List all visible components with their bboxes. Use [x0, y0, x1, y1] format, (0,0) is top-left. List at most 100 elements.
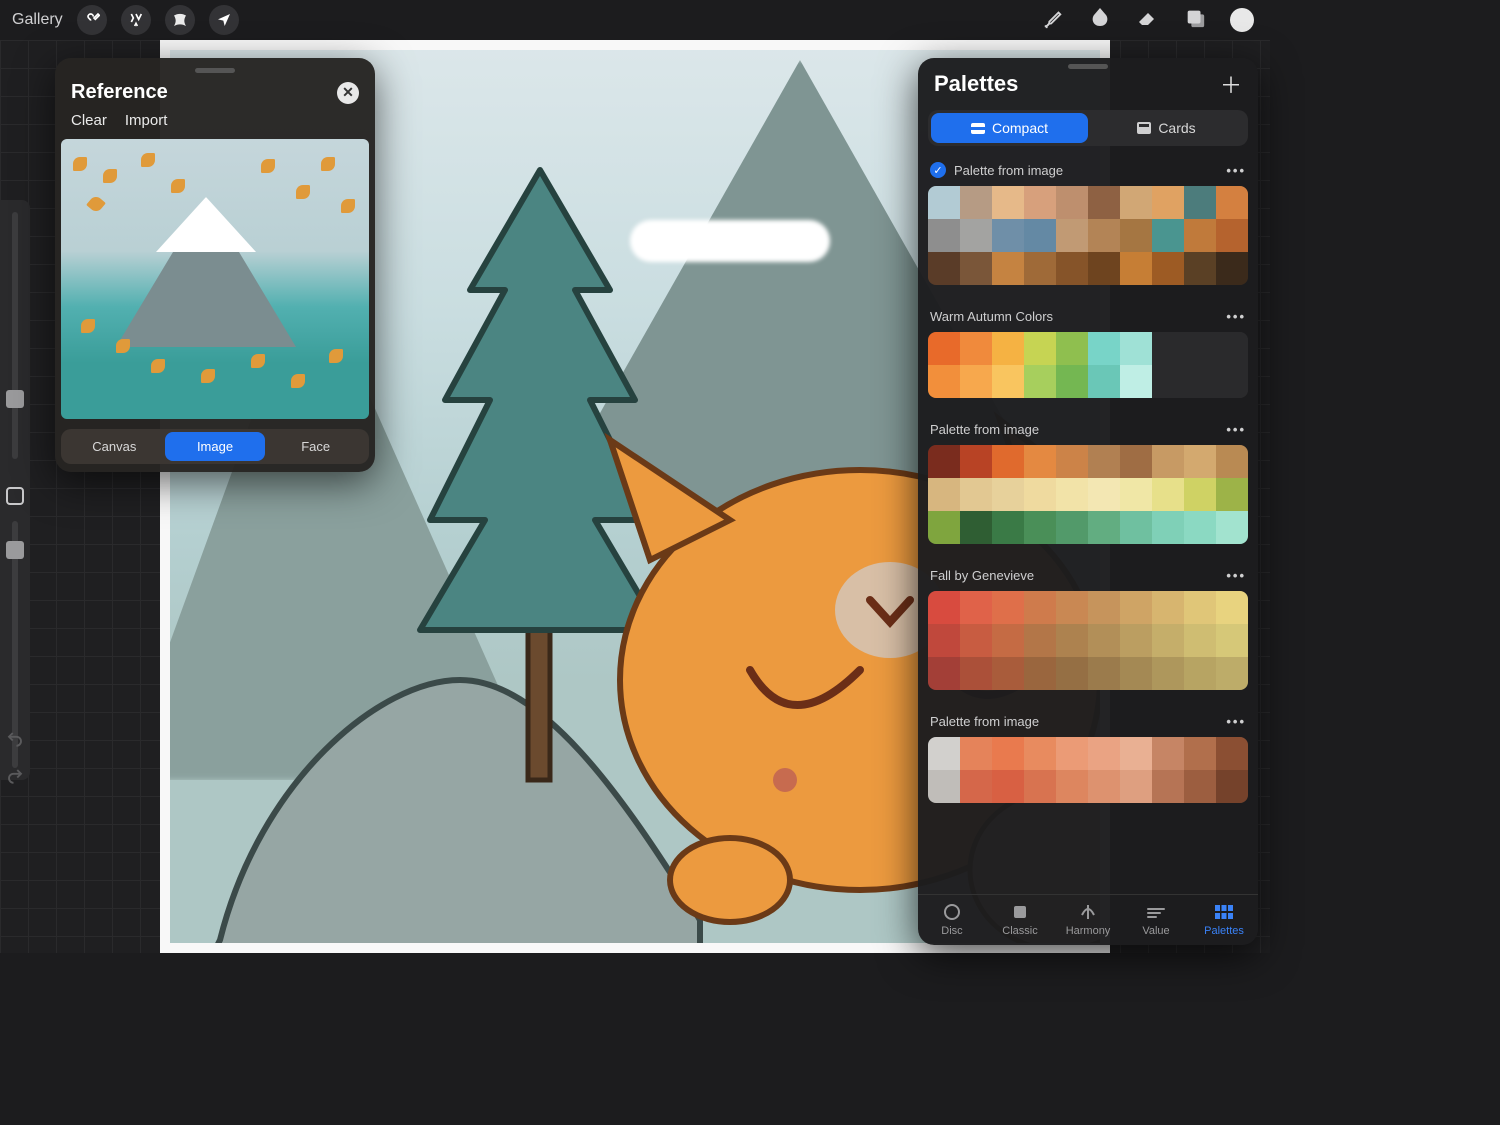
color-swatch[interactable] [1120, 219, 1152, 252]
color-swatch[interactable] [1056, 445, 1088, 478]
color-swatch[interactable] [1152, 365, 1184, 398]
palette-menu-icon[interactable]: ••• [1226, 568, 1246, 583]
color-swatch[interactable] [1152, 332, 1184, 365]
color-icon[interactable] [1230, 8, 1254, 32]
color-swatch[interactable] [1024, 657, 1056, 690]
color-swatch[interactable] [1056, 332, 1088, 365]
color-swatch[interactable] [960, 737, 992, 770]
color-swatch[interactable] [1088, 186, 1120, 219]
color-swatch[interactable] [1024, 365, 1056, 398]
tab-disc[interactable]: Disc [918, 895, 986, 945]
undo-icon[interactable] [6, 730, 24, 753]
color-swatch[interactable] [992, 445, 1024, 478]
color-swatch[interactable] [992, 252, 1024, 285]
tab-harmony[interactable]: Harmony [1054, 895, 1122, 945]
color-swatch[interactable] [1184, 478, 1216, 511]
color-swatch[interactable] [1088, 624, 1120, 657]
color-swatch[interactable] [992, 365, 1024, 398]
adjustments-icon[interactable] [121, 5, 151, 35]
color-swatch[interactable] [1120, 252, 1152, 285]
selection-icon[interactable] [165, 5, 195, 35]
color-swatch[interactable] [928, 186, 960, 219]
color-swatch[interactable] [1152, 445, 1184, 478]
color-swatch[interactable] [1152, 511, 1184, 544]
color-swatch[interactable] [928, 591, 960, 624]
color-swatch[interactable] [928, 478, 960, 511]
tab-classic[interactable]: Classic [986, 895, 1054, 945]
color-swatch[interactable] [1024, 445, 1056, 478]
color-swatch[interactable] [1152, 478, 1184, 511]
color-swatch[interactable] [1120, 186, 1152, 219]
color-swatch[interactable] [928, 252, 960, 285]
color-swatch[interactable] [1056, 737, 1088, 770]
color-swatch[interactable] [928, 737, 960, 770]
color-swatch[interactable] [992, 770, 1024, 803]
color-swatch[interactable] [1088, 770, 1120, 803]
color-swatch[interactable] [1056, 365, 1088, 398]
transform-icon[interactable] [209, 5, 239, 35]
color-swatch[interactable] [1184, 219, 1216, 252]
color-swatch[interactable] [1024, 478, 1056, 511]
color-swatch[interactable] [928, 657, 960, 690]
color-swatch[interactable] [1184, 445, 1216, 478]
modify-button[interactable] [6, 487, 24, 505]
color-swatch[interactable] [1120, 737, 1152, 770]
color-swatch[interactable] [1152, 737, 1184, 770]
color-swatch[interactable] [1184, 186, 1216, 219]
color-swatch[interactable] [928, 445, 960, 478]
color-swatch[interactable] [960, 445, 992, 478]
color-swatch[interactable] [1216, 737, 1248, 770]
color-swatch[interactable] [992, 511, 1024, 544]
color-swatch[interactable] [960, 657, 992, 690]
color-swatch[interactable] [1120, 478, 1152, 511]
color-swatch[interactable] [1088, 252, 1120, 285]
color-swatch[interactable] [992, 478, 1024, 511]
color-swatch[interactable] [1216, 770, 1248, 803]
eraser-icon[interactable] [1136, 6, 1160, 35]
color-swatch[interactable] [960, 252, 992, 285]
color-swatch[interactable] [960, 186, 992, 219]
color-swatch[interactable] [1088, 737, 1120, 770]
color-swatch[interactable] [928, 219, 960, 252]
palette-name[interactable]: Palette from image [930, 422, 1039, 437]
color-swatch[interactable] [992, 737, 1024, 770]
drag-handle-icon[interactable] [195, 68, 235, 73]
brush-icon[interactable] [1042, 7, 1064, 34]
color-swatch[interactable] [1216, 624, 1248, 657]
color-swatch[interactable] [1184, 252, 1216, 285]
palette-name[interactable]: Palette from image [954, 163, 1063, 178]
color-swatch[interactable] [1088, 219, 1120, 252]
color-swatch[interactable] [928, 770, 960, 803]
color-swatch[interactable] [992, 219, 1024, 252]
color-swatch[interactable] [1184, 365, 1216, 398]
redo-icon[interactable] [6, 767, 24, 790]
drag-handle-icon[interactable] [1068, 64, 1108, 69]
color-swatch[interactable] [1056, 252, 1088, 285]
color-swatch[interactable] [928, 332, 960, 365]
color-swatch[interactable] [1120, 657, 1152, 690]
color-swatch[interactable] [928, 365, 960, 398]
color-swatch[interactable] [992, 624, 1024, 657]
color-swatch[interactable] [1024, 252, 1056, 285]
color-swatch[interactable] [1088, 478, 1120, 511]
color-swatch[interactable] [1216, 511, 1248, 544]
reference-image[interactable] [61, 139, 369, 419]
color-swatch[interactable] [1152, 252, 1184, 285]
color-swatch[interactable] [1216, 445, 1248, 478]
tab-image[interactable]: Image [165, 432, 266, 461]
brush-size-slider[interactable] [12, 212, 18, 459]
color-swatch[interactable] [1088, 365, 1120, 398]
color-swatch[interactable] [1088, 445, 1120, 478]
color-swatch[interactable] [1056, 624, 1088, 657]
color-swatch[interactable] [1184, 624, 1216, 657]
palette-name[interactable]: Palette from image [930, 714, 1039, 729]
color-swatch[interactable] [1024, 219, 1056, 252]
color-swatch[interactable] [1184, 332, 1216, 365]
color-swatch[interactable] [1216, 252, 1248, 285]
color-swatch[interactable] [1024, 624, 1056, 657]
color-swatch[interactable] [992, 332, 1024, 365]
color-swatch[interactable] [1152, 657, 1184, 690]
color-swatch[interactable] [1216, 365, 1248, 398]
color-swatch[interactable] [1056, 219, 1088, 252]
color-swatch[interactable] [1216, 657, 1248, 690]
